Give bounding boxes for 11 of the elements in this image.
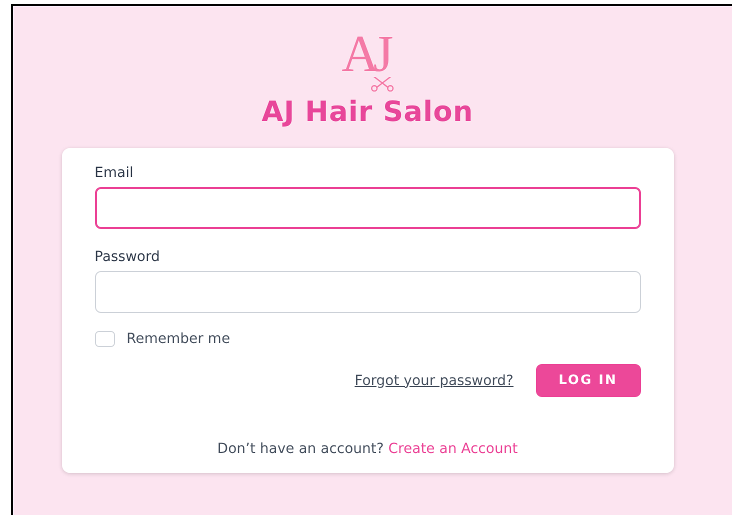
app-title: AJ Hair Salon bbox=[262, 95, 474, 128]
field-label: Email bbox=[94, 165, 134, 181]
signup-prompt: Don’t have an account? bbox=[217, 441, 384, 457]
create-account-link[interactable]: Create an Account bbox=[388, 441, 518, 457]
remember-checkbox[interactable] bbox=[94, 331, 114, 347]
field-label: Password bbox=[94, 249, 161, 265]
logo-text: AJ bbox=[342, 34, 389, 76]
remember-label: Remember me bbox=[126, 331, 230, 347]
login-button[interactable]: LOG IN bbox=[536, 364, 640, 397]
forgot-password-link[interactable]: Forgot your password? bbox=[354, 372, 514, 388]
input-field[interactable] bbox=[94, 187, 640, 229]
